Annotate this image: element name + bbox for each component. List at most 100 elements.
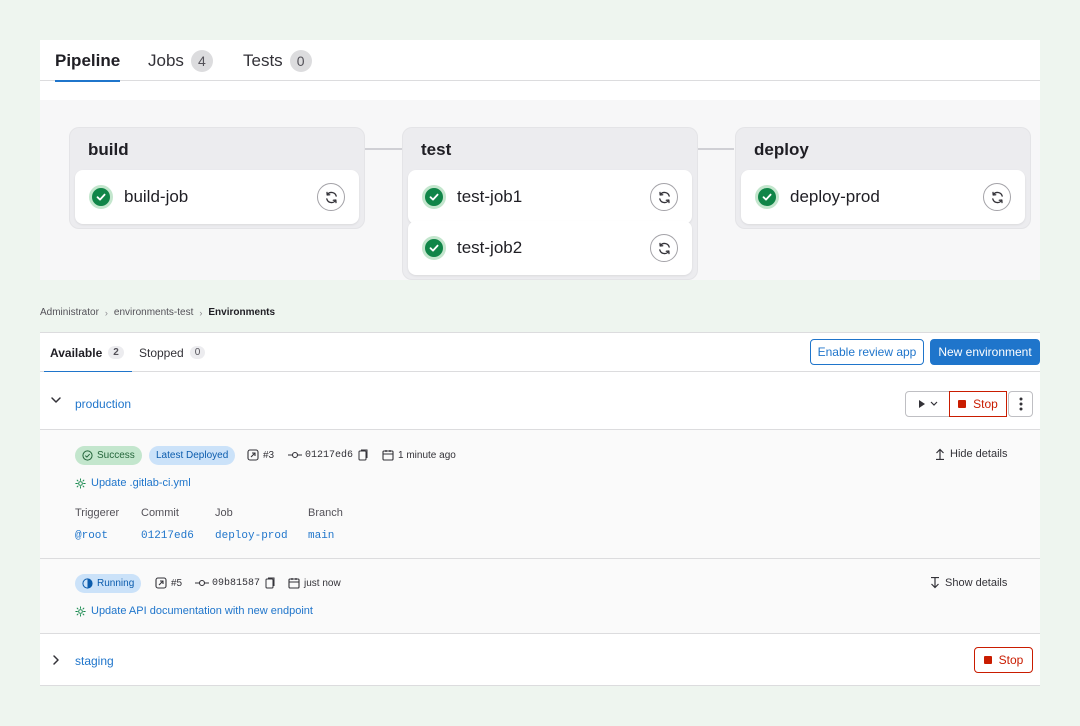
enable-review-app-button[interactable]: Enable review app — [810, 339, 924, 365]
detail-label: Job — [215, 507, 233, 519]
hide-details-label: Hide details — [950, 448, 1008, 460]
commit-sha: 01217ed6 — [288, 449, 368, 461]
stop-button[interactable]: Stop — [949, 391, 1007, 417]
environment-name[interactable]: production — [75, 397, 131, 411]
commit-title: Update .gitlab-ci.yml — [91, 477, 191, 489]
job-test-job2[interactable]: test-job2 — [408, 221, 692, 275]
available-count-badge: 2 — [108, 346, 124, 359]
copy-icon — [358, 449, 368, 461]
deployment-id: #3 — [247, 449, 274, 461]
stage-connector — [697, 148, 734, 150]
stop-button[interactable]: Stop — [974, 647, 1033, 673]
tab-pipeline[interactable]: Pipeline — [55, 40, 121, 82]
status-badge-success[interactable]: Success — [75, 446, 142, 465]
deployment-time: 1 minute ago — [382, 449, 456, 461]
latest-deployed-badge: Latest Deployed — [149, 446, 236, 465]
deploy-to-button[interactable] — [905, 391, 950, 417]
chevron-right-icon[interactable] — [50, 654, 62, 669]
check-circle-icon — [82, 450, 93, 461]
hide-details-button[interactable]: Hide details — [935, 448, 1007, 460]
deployment-row: Running #5 09b81587 just now Show detail… — [40, 559, 1040, 634]
commit-icon — [288, 451, 302, 459]
stage-test-title: test — [421, 140, 452, 159]
status-label: Running — [97, 578, 135, 589]
stop-icon — [983, 656, 992, 664]
check-circle-icon — [422, 236, 446, 260]
arrow-down-icon — [931, 577, 939, 589]
commit-sha-text[interactable]: 09b81587 — [212, 578, 260, 589]
detail-label: Branch — [308, 507, 343, 519]
job-name: deploy-prod — [790, 187, 880, 206]
play-icon — [918, 400, 937, 408]
job-name: test-job2 — [457, 238, 523, 257]
running-icon — [82, 578, 93, 589]
breadcrumb: Administrator › environments-test › Envi… — [40, 307, 275, 318]
commit-title-link[interactable]: Update API documentation with new endpoi… — [75, 605, 313, 617]
pipeline-status-icon — [75, 605, 86, 617]
pipeline-graph: build build-job test test-job1 test-job2… — [40, 100, 1040, 280]
tab-available[interactable]: Available 2 — [44, 333, 132, 373]
deployment-id-text: #5 — [171, 577, 183, 589]
stop-icon — [958, 400, 967, 408]
job-link[interactable]: deploy-prod — [215, 530, 288, 542]
tab-stopped[interactable]: Stopped 0 — [139, 333, 206, 372]
status-badge-running[interactable]: Running — [75, 574, 142, 593]
tab-stopped-label: Stopped — [139, 345, 184, 360]
check-circle-icon — [422, 185, 446, 209]
tab-jobs-label: Jobs — [148, 50, 184, 70]
tab-tests-label: Tests — [243, 50, 283, 70]
stop-label: Stop — [973, 397, 998, 411]
environment-row-staging: staging Stop — [40, 634, 1040, 686]
tests-count-badge: 0 — [289, 49, 312, 72]
breadcrumb-current: Environments — [208, 307, 276, 318]
detail-label: Triggerer — [75, 507, 120, 519]
check-circle-icon — [89, 185, 113, 209]
new-environment-button[interactable]: New environment — [930, 339, 1040, 365]
show-details-button[interactable]: Show details — [930, 577, 1007, 589]
breadcrumb-item[interactable]: environments-test — [114, 307, 193, 318]
job-test-job1[interactable]: test-job1 — [408, 170, 692, 224]
retry-icon[interactable] — [650, 183, 678, 211]
retry-icon[interactable] — [983, 183, 1011, 211]
stop-label: Stop — [998, 653, 1024, 667]
stage-deploy: deploy deploy-prod — [735, 127, 1031, 229]
jobs-count-badge: 4 — [190, 49, 213, 72]
retry-icon[interactable] — [650, 234, 678, 262]
show-details-label: Show details — [945, 577, 1008, 589]
breadcrumb-item[interactable]: Administrator — [40, 307, 99, 318]
deployment-icon — [247, 449, 259, 461]
job-build-job[interactable]: build-job — [75, 170, 359, 224]
environment-actions: Stop — [905, 391, 1007, 417]
tab-tests[interactable]: Tests 0 — [243, 40, 312, 81]
environment-name[interactable]: staging — [75, 654, 114, 668]
pipeline-status-icon — [75, 477, 86, 489]
environments-panel: Available 2 Stopped 0 Enable review app … — [40, 332, 1040, 686]
stage-deploy-title: deploy — [754, 140, 809, 159]
commit-link[interactable]: 01217ed6 — [141, 530, 194, 542]
environment-tabs: Available 2 Stopped 0 Enable review app … — [40, 332, 1040, 373]
chevron-right-icon: › — [199, 307, 203, 318]
deployment-time-text: just now — [304, 577, 341, 589]
branch-link[interactable]: main — [308, 530, 334, 542]
commit-sha: 09b81587 — [195, 577, 275, 589]
commit-title-link[interactable]: Update .gitlab-ci.yml — [75, 477, 191, 489]
pipeline-panel: Pipeline Jobs 4 Tests 0 build build-job — [40, 40, 1040, 280]
arrow-up-icon — [936, 448, 944, 460]
job-name: test-job1 — [457, 187, 523, 206]
commit-sha-text[interactable]: 01217ed6 — [305, 450, 353, 461]
copy-icon — [265, 577, 275, 589]
retry-icon[interactable] — [317, 183, 345, 211]
tab-jobs[interactable]: Jobs 4 — [148, 40, 213, 81]
job-deploy-prod[interactable]: deploy-prod — [741, 170, 1025, 224]
job-name: build-job — [124, 187, 189, 206]
deployment-id-text: #3 — [263, 449, 275, 461]
triggerer-link[interactable]: @root — [75, 530, 108, 542]
commit-title: Update API documentation with new endpoi… — [91, 605, 313, 617]
kebab-menu-icon[interactable] — [1008, 391, 1033, 417]
deployment-id: #5 — [155, 577, 182, 589]
chevron-down-icon[interactable] — [50, 394, 62, 409]
environment-row-production: production Stop — [40, 372, 1040, 430]
calendar-icon — [382, 450, 394, 461]
deployment-time-text: 1 minute ago — [398, 449, 456, 461]
stopped-count-badge: 0 — [189, 346, 206, 359]
